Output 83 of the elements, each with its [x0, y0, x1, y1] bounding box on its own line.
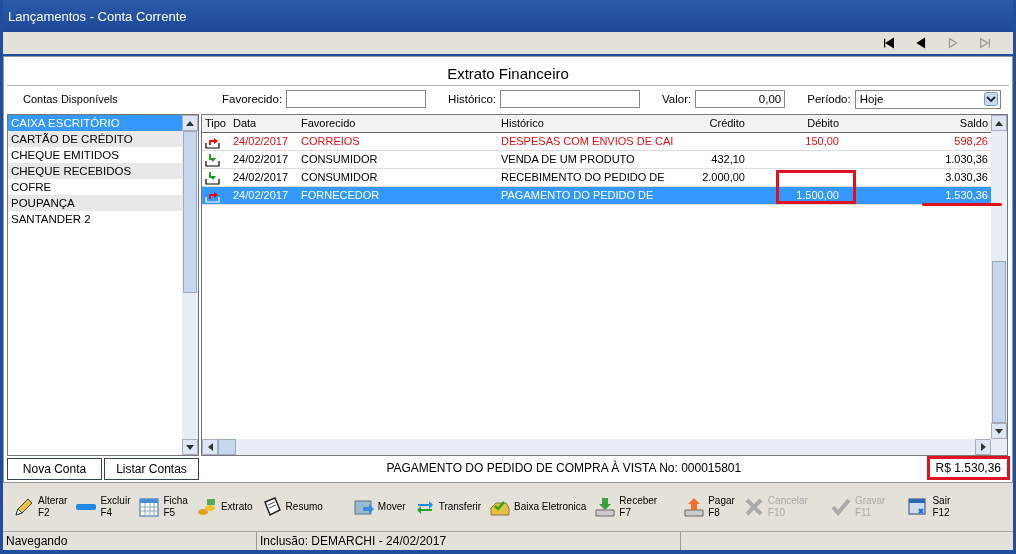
table-cell: 1.030,36 — [945, 153, 988, 165]
account-item[interactable]: SANTANDER 2 — [8, 211, 182, 227]
right-arrow-icon — [946, 36, 960, 50]
table-cell-text: 24/02/2017 — [232, 188, 290, 203]
filter-label: Valor: — [662, 93, 692, 105]
toolbar-button[interactable]: Excluir F4 — [73, 493, 133, 521]
toolbar-button[interactable]: Sair F12 — [905, 493, 953, 521]
toolbar-button[interactable]: Extrato — [193, 494, 255, 520]
filter-field[interactable] — [286, 90, 427, 108]
calendar-icon — [138, 496, 161, 518]
column-header[interactable]: Favorecido — [298, 115, 498, 132]
up-arrow-icon — [186, 120, 194, 126]
column-header[interactable]: Data — [230, 115, 298, 132]
column-header[interactable]: Tipo — [202, 115, 230, 132]
table-cell: 1.530,36 — [945, 189, 988, 201]
check-icon — [829, 496, 852, 518]
right-arrow-icon — [978, 36, 992, 50]
balance-total: R$ 1.530,36 — [926, 456, 1010, 480]
table-cell-text: PAGAMENTO DO PEDIDO DE — [500, 188, 655, 203]
filter-label: Período: — [807, 93, 851, 105]
table-cell-text: 24/02/2017 — [232, 152, 290, 167]
toolbar-button[interactable]: Resumo — [258, 494, 325, 520]
scroll-thumb[interactable] — [218, 439, 236, 455]
table-cell: 2.000,00 — [702, 171, 745, 183]
selected-description: PAGAMENTO DO PEDIDO DE COMPRA À VISTA No: 000015801 — [385, 461, 743, 475]
account-item[interactable]: CARTÃO DE CRÉDITO — [8, 131, 182, 147]
panel-title: Extrato Financeiro — [446, 64, 570, 84]
down-arrow-icon — [995, 428, 1003, 434]
left-arrow-icon — [207, 443, 213, 451]
filter-label: Histórico: — [448, 93, 497, 105]
account-button[interactable]: Nova Conta — [7, 458, 102, 480]
status-text: Inclusão: DEMARCHI - 24/02/2017 — [257, 532, 681, 550]
upload-icon — [683, 496, 706, 518]
up-arrow-icon — [995, 120, 1003, 126]
account-item[interactable]: CHEQUE RECEBIDOS — [8, 163, 182, 179]
toolbar-button[interactable]: Receber F7 — [592, 493, 660, 521]
account-item[interactable]: POUPANÇA — [8, 195, 182, 211]
table-cell-text: DESPESAS COM ENVIOS DE CAI — [500, 134, 675, 149]
account-item[interactable]: CHEQUE EMITIDOS — [8, 147, 182, 163]
column-header[interactable]: Saldo — [842, 115, 991, 132]
right-arrow-icon — [980, 443, 986, 451]
column-header[interactable]: Débito — [748, 115, 842, 132]
account-item[interactable]: COFRE — [8, 179, 182, 195]
table-cell-text: 24/02/2017 — [232, 170, 290, 185]
filter-field[interactable]: 0,00 — [695, 90, 786, 108]
scrollbar[interactable] — [202, 439, 991, 455]
toolbar-button[interactable]: Alterar F2 — [11, 493, 70, 521]
account-button[interactable]: Listar Contas — [104, 458, 199, 480]
pencil-icon — [13, 496, 35, 518]
toolbar-button[interactable]: Ficha F5 — [136, 493, 190, 521]
column-header[interactable]: Crédito — [688, 115, 748, 132]
column-header[interactable]: Histórico — [498, 115, 688, 132]
table-cell-text: CONSUMIDOR — [300, 152, 379, 167]
table-cell: 150,00 — [805, 135, 839, 147]
minus-icon — [75, 504, 98, 510]
filter-field[interactable] — [500, 90, 641, 108]
table-row[interactable]: 24/02/2017 CORREIOS DESPESAS COM ENVIOS DE CAI 150,00 598,26 — [202, 133, 991, 151]
left-arrow-icon — [914, 36, 928, 50]
period-dropdown[interactable]: Hoje — [854, 89, 1001, 109]
table-row[interactable]: 24/02/2017 CONSUMIDOR VENDA DE UM PRODUTO 432,10 1.030,36 — [202, 151, 991, 169]
toolbar-button[interactable]: Pagar F8 — [681, 493, 737, 521]
accounts-label: Contas Disponívels — [22, 93, 119, 105]
filter-label: Favorecido: — [222, 93, 283, 105]
table-cell: 1.500,00 — [796, 189, 839, 201]
scrollbar[interactable] — [182, 115, 198, 455]
table-cell-text: 24/02/2017 — [232, 134, 290, 149]
table-cell-text: FORNECEDOR — [300, 188, 381, 203]
toolbar-button[interactable]: Transferir — [411, 494, 484, 520]
table-cell-text: CONSUMIDOR — [300, 170, 379, 185]
toolbar-button[interactable]: Baixa Eletronica — [487, 494, 589, 520]
window-title: Lançamentos - Conta Corrente — [8, 8, 187, 24]
download-icon — [594, 496, 617, 518]
coins-icon — [195, 496, 218, 518]
table-cell-text: VENDA DE UM PRODUTO — [500, 152, 636, 167]
left-arrow-icon — [882, 36, 896, 50]
toolbar-button[interactable]: Mover — [350, 494, 408, 520]
table-cell: 3.030,36 — [945, 171, 988, 183]
status-text: Navegando — [3, 532, 257, 550]
table-cell-text: CORREIOS — [300, 134, 361, 149]
down-arrow-icon — [186, 444, 194, 450]
table-cell: 432,10 — [711, 153, 745, 165]
table-cell: 598,26 — [954, 135, 988, 147]
table-cell-text: RECEBIMENTO DO PEDIDO DE — [500, 170, 666, 185]
